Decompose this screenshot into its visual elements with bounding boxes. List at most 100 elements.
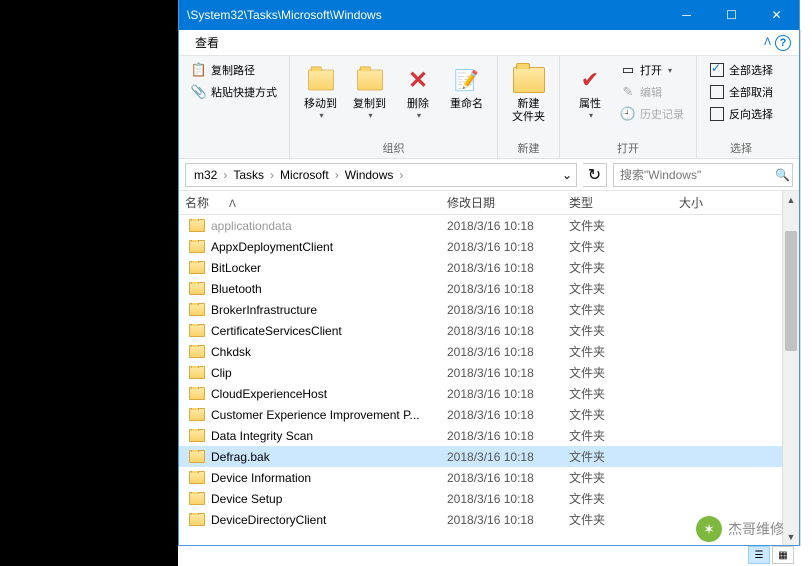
scroll-up-button[interactable]: ▲ [783,191,799,208]
file-name: BrokerInfrastructure [211,303,317,317]
file-date: 2018/3/16 10:18 [439,324,561,338]
chevron-right-icon: › [333,168,341,182]
folder-icon [189,408,205,421]
file-date: 2018/3/16 10:18 [439,345,561,359]
paste-shortcut-button[interactable]: 📎粘贴快捷方式 [187,82,281,102]
copy-to-button[interactable]: 复制到▾ [347,60,392,124]
file-type: 文件夹 [561,238,671,255]
breadcrumb[interactable]: m32›Tasks›Microsoft›Windows›⌄ [185,163,577,187]
history-icon: 🕘 [620,106,636,122]
file-date: 2018/3/16 10:18 [439,492,561,506]
folder-icon [189,366,205,379]
search-box[interactable]: 🔍 [613,163,793,187]
content-area: 名称ᐱ 修改日期 类型 大小 applicationdata2018/3/16 … [179,191,799,545]
file-name: Defrag.bak [211,450,270,464]
shortcut-icon: 📎 [191,84,207,100]
file-type: 文件夹 [561,406,671,423]
refresh-button[interactable]: ↻ [583,163,607,187]
vertical-scrollbar[interactable]: ▲ ▼ [782,191,799,545]
tab-view[interactable]: 查看 [187,30,227,55]
table-row[interactable]: Data Integrity Scan2018/3/16 10:18文件夹 [179,425,782,446]
chevron-up-icon[interactable]: ᐱ [764,37,771,48]
table-row[interactable]: Bluetooth2018/3/16 10:18文件夹 [179,278,782,299]
copy-path-button[interactable]: 📋复制路径 [187,60,281,80]
table-row[interactable]: Customer Experience Improvement P... 2018… [179,404,782,425]
file-type: 文件夹 [561,343,671,360]
table-row[interactable]: AppxDeploymentClient2018/3/16 10:18文件夹 [179,236,782,257]
folder-icon [189,219,205,232]
ribbon-label-new: 新建 [506,138,551,158]
file-date: 2018/3/16 10:18 [439,450,561,464]
open-button[interactable]: ▭打开▾ [616,60,688,80]
folder-icon [189,345,205,358]
table-row[interactable]: Clip2018/3/16 10:18文件夹 [179,362,782,383]
view-switcher: ☰ ▦ [748,546,794,564]
col-header-date[interactable]: 修改日期 [439,194,561,211]
invert-selection-button[interactable]: 反向选择 [705,104,777,124]
file-date: 2018/3/16 10:18 [439,471,561,485]
table-row[interactable]: Defrag.bak 2018/3/16 10:18文件夹 [179,446,782,467]
maximize-button[interactable]: ☐ [709,0,754,30]
table-row[interactable]: DeviceDirectoryClient2018/3/16 10:18文件夹 [179,509,782,530]
col-header-name[interactable]: 名称ᐱ [179,194,439,211]
breadcrumb-dropdown-icon[interactable]: ⌄ [562,168,572,182]
scroll-thumb[interactable] [785,231,797,351]
chevron-right-icon: › [268,168,276,182]
titlebar[interactable]: \System32\Tasks\Microsoft\Windows ─ ☐ ✕ [179,0,799,30]
new-folder-button[interactable]: 新建 文件夹 [506,60,551,128]
file-name: AppxDeploymentClient [211,240,333,254]
scroll-down-button[interactable]: ▼ [783,528,799,545]
minimize-button[interactable]: ─ [664,0,709,30]
move-to-button[interactable]: 移动到▾ [298,60,343,124]
ribbon: 📋复制路径 📎粘贴快捷方式 移动到▾ 复制到▾ ✕删除▾ 📝重命名 组织 新建 … [179,56,799,159]
edit-button[interactable]: ✎编辑 [616,82,688,102]
chevron-right-icon: › [221,168,229,182]
folder-icon [189,261,205,274]
table-row[interactable]: BitLocker2018/3/16 10:18文件夹 [179,257,782,278]
ribbon-label-open: 打开 [568,138,688,158]
breadcrumb-segment[interactable]: Windows [341,168,398,182]
search-input[interactable] [620,168,775,182]
history-button[interactable]: 🕘历史记录 [616,104,688,124]
folder-icon [189,324,205,337]
col-header-size[interactable]: 大小 [671,194,751,211]
breadcrumb-segment[interactable]: Microsoft [276,168,333,182]
file-name: Clip [211,366,232,380]
delete-button[interactable]: ✕删除▾ [396,60,440,124]
details-view-button[interactable]: ☰ [748,546,770,564]
file-name: CloudExperienceHost [211,387,327,401]
folder-icon [189,513,205,526]
help-icon[interactable]: ? [775,35,791,51]
table-row[interactable]: Device Information2018/3/16 10:18文件夹 [179,467,782,488]
folder-icon [189,492,205,505]
file-date: 2018/3/16 10:18 [439,429,561,443]
search-icon[interactable]: 🔍 [775,168,790,182]
folder-icon [189,240,205,253]
col-header-type[interactable]: 类型 [561,194,671,211]
rename-icon: 📝 [451,64,483,96]
file-date: 2018/3/16 10:18 [439,408,561,422]
table-row[interactable]: Chkdsk2018/3/16 10:18文件夹 [179,341,782,362]
table-row[interactable]: CloudExperienceHost 2018/3/16 10:18文件夹 [179,383,782,404]
file-date: 2018/3/16 10:18 [439,387,561,401]
close-button[interactable]: ✕ [754,0,799,30]
table-row[interactable]: CertificateServicesClient2018/3/16 10:18… [179,320,782,341]
rename-button[interactable]: 📝重命名 [444,60,489,115]
file-type: 文件夹 [561,448,671,465]
file-name: Device Setup [211,492,282,506]
ribbon-label-select: 选择 [705,138,777,158]
file-name: Customer Experience Improvement P... [211,408,420,422]
file-name: DeviceDirectoryClient [211,513,326,527]
table-row[interactable]: applicationdata2018/3/16 10:18文件夹 [179,215,782,236]
breadcrumb-segment[interactable]: Tasks [229,168,268,182]
table-row[interactable]: Device Setup2018/3/16 10:18文件夹 [179,488,782,509]
select-all-button[interactable]: 全部选择 [705,60,777,80]
breadcrumb-segment[interactable]: m32 [190,168,221,182]
table-row[interactable]: BrokerInfrastructure2018/3/16 10:18文件夹 [179,299,782,320]
file-list: 名称ᐱ 修改日期 类型 大小 applicationdata2018/3/16 … [179,191,782,545]
select-none-button[interactable]: 全部取消 [705,82,777,102]
ribbon-group-organize: 移动到▾ 复制到▾ ✕删除▾ 📝重命名 组织 [290,56,498,158]
properties-button[interactable]: ✔属性▾ [568,60,612,124]
file-type: 文件夹 [561,385,671,402]
icons-view-button[interactable]: ▦ [772,546,794,564]
